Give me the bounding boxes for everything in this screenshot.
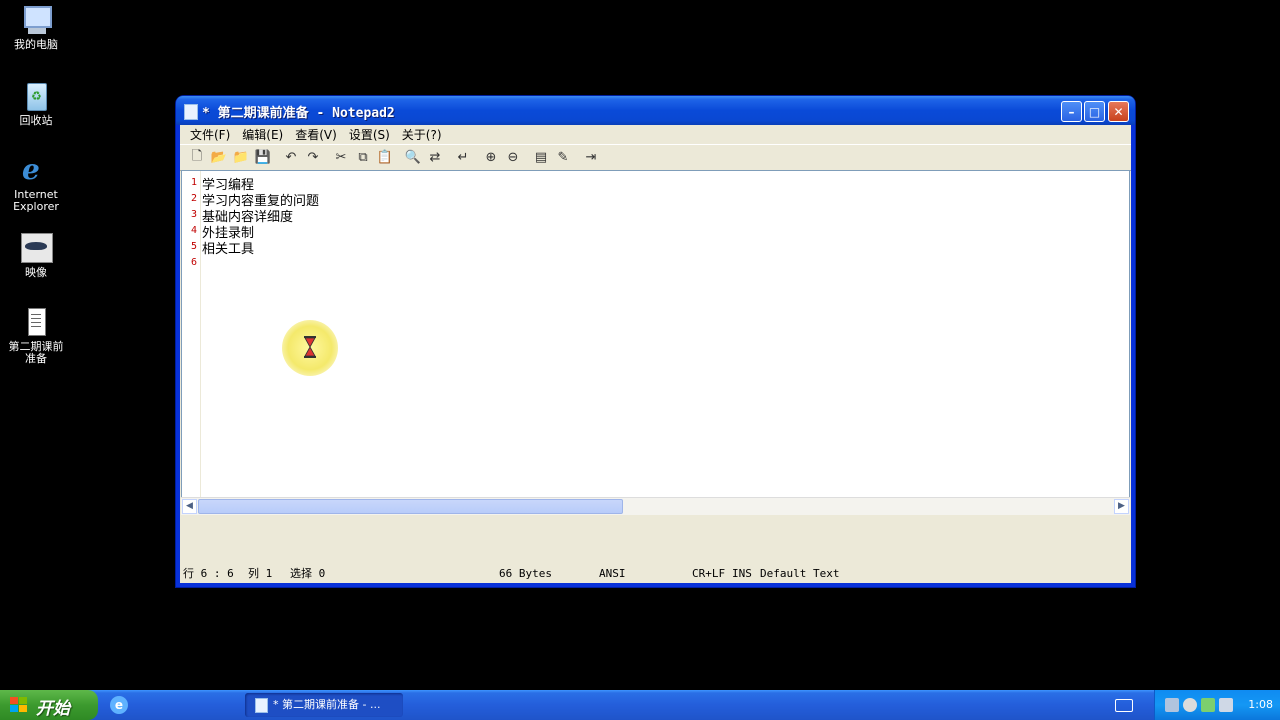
zoom-out-icon[interactable]: ⊖ (502, 148, 524, 168)
find-icon[interactable]: 🔍 (402, 148, 424, 168)
menu-settings[interactable]: 设置(S) (343, 126, 396, 143)
title-bar[interactable]: * 第二期课前准备 - Notepad2 – □ ✕ (176, 96, 1135, 125)
menu-view[interactable]: 查看(V) (289, 126, 343, 143)
word-wrap-icon[interactable]: ↵ (452, 148, 474, 168)
replace-icon[interactable]: ⇄ (424, 148, 446, 168)
taskbar: 开始 e * 第二期课前准备 - ... 1:08 (0, 690, 1280, 720)
toolbar: 🗋 📂 📁 💾 ↶ ↷ ✂ ⧉ 📋 🔍 ⇄ ↵ ⊕ ⊖ ▤ ✎ ⇥ (180, 144, 1131, 171)
new-file-icon[interactable]: 🗋 (186, 148, 208, 168)
desktop-icon-label: 映像 (25, 266, 47, 279)
network-icon[interactable] (1165, 698, 1179, 712)
shark-shortcut-icon (20, 232, 53, 264)
zoom-in-icon[interactable]: ⊕ (480, 148, 502, 168)
notepad-icon (184, 104, 198, 120)
browse-icon[interactable]: 📁 (230, 148, 252, 168)
customize-icon[interactable]: ✎ (552, 148, 574, 168)
horizontal-scrollbar[interactable]: ◀ ▶ (181, 497, 1130, 515)
maximize-button[interactable]: □ (1084, 101, 1105, 122)
close-button[interactable]: ✕ (1108, 101, 1129, 122)
desktop-icon-label: 我的电脑 (14, 38, 58, 51)
line-number: 3 (190, 209, 197, 220)
clock[interactable]: 1:08 (1248, 698, 1273, 711)
line-number: 2 (190, 193, 197, 204)
status-position: 行 6 : 6 (183, 567, 234, 580)
scroll-right-icon[interactable]: ▶ (1114, 499, 1129, 514)
status-mode: INS (732, 566, 752, 580)
scheme-icon[interactable]: ▤ (530, 148, 552, 168)
system-tray: 1:08 (1154, 690, 1280, 720)
status-line-ending: CR+LF (692, 566, 726, 580)
menu-bar: 文件(F) 编辑(E) 查看(V) 设置(S) 关于(?) (180, 125, 1131, 144)
line-number: 6 (190, 257, 197, 268)
internet-explorer-icon: e (22, 153, 40, 186)
scroll-left-icon[interactable]: ◀ (182, 499, 197, 514)
computer-icon (20, 4, 52, 36)
desktop-icon-internet-explorer[interactable]: e Internet Explorer (0, 154, 74, 213)
menu-file[interactable]: 文件(F) (184, 126, 236, 143)
status-column: 列 1 (248, 567, 273, 580)
menu-edit[interactable]: 编辑(E) (236, 126, 289, 143)
keyboard-icon[interactable] (1115, 699, 1133, 712)
windows-logo-icon (10, 697, 27, 712)
desktop-icon-recycle-bin[interactable]: ♻ 回收站 (0, 80, 74, 127)
desktop-icon-my-computer[interactable]: 我的电脑 (0, 4, 74, 51)
open-folder-icon[interactable]: 📂 (208, 148, 230, 168)
line-number: 1 (190, 177, 197, 188)
start-label: 开始 (36, 699, 70, 719)
quicklaunch-ie-icon[interactable]: e (110, 696, 128, 714)
volume-icon[interactable] (1183, 698, 1197, 712)
desktop-icon-text-file[interactable]: 第二期课前 准备 (0, 306, 74, 365)
vmware-icon[interactable] (1219, 698, 1233, 712)
line-number-gutter: 1 2 3 4 5 6 (182, 171, 201, 497)
line-number: 4 (190, 225, 197, 236)
menu-about[interactable]: 关于(?) (396, 126, 448, 143)
status-selection: 选择 0 (290, 567, 326, 580)
redo-icon[interactable]: ↷ (302, 148, 324, 168)
text-file-icon (20, 306, 52, 338)
notepad-icon (255, 698, 268, 713)
desktop-icon-label-line2: Explorer (13, 200, 59, 213)
status-bar: 行 6 : 6 列 1 选择 0 66 Bytes ANSI CR+LF INS… (180, 563, 1131, 583)
desktop-icon-label: 回收站 (19, 114, 53, 127)
status-encoding: ANSI (599, 566, 626, 580)
text-line: 相关工具 (202, 242, 255, 257)
status-size: 66 Bytes (499, 566, 552, 580)
scrollbar-thumb[interactable] (198, 499, 623, 514)
start-button[interactable]: 开始 (0, 690, 98, 720)
line-number: 5 (190, 241, 197, 252)
save-icon[interactable]: 💾 (252, 148, 274, 168)
recycle-bin-icon: ♻ (20, 80, 52, 112)
taskbar-button-label: * 第二期课前准备 - ... (273, 698, 381, 711)
exit-icon[interactable]: ⇥ (580, 148, 602, 168)
cut-icon[interactable]: ✂ (330, 148, 352, 168)
security-icon[interactable] (1201, 698, 1215, 712)
copy-icon[interactable]: ⧉ (352, 148, 374, 168)
taskbar-button-notepad2[interactable]: * 第二期课前准备 - ... (245, 693, 403, 717)
cursor-highlight (282, 320, 338, 376)
desktop-icon-label-line2: 准备 (25, 352, 47, 365)
paste-icon[interactable]: 📋 (374, 148, 396, 168)
minimize-button[interactable]: – (1061, 101, 1082, 122)
desktop-icon-image[interactable]: 映像 (0, 232, 74, 279)
status-scheme: Default Text (760, 566, 840, 580)
hourglass-cursor-icon (304, 336, 316, 358)
undo-icon[interactable]: ↶ (280, 148, 302, 168)
window-title: * 第二期课前准备 - Notepad2 (202, 106, 395, 121)
